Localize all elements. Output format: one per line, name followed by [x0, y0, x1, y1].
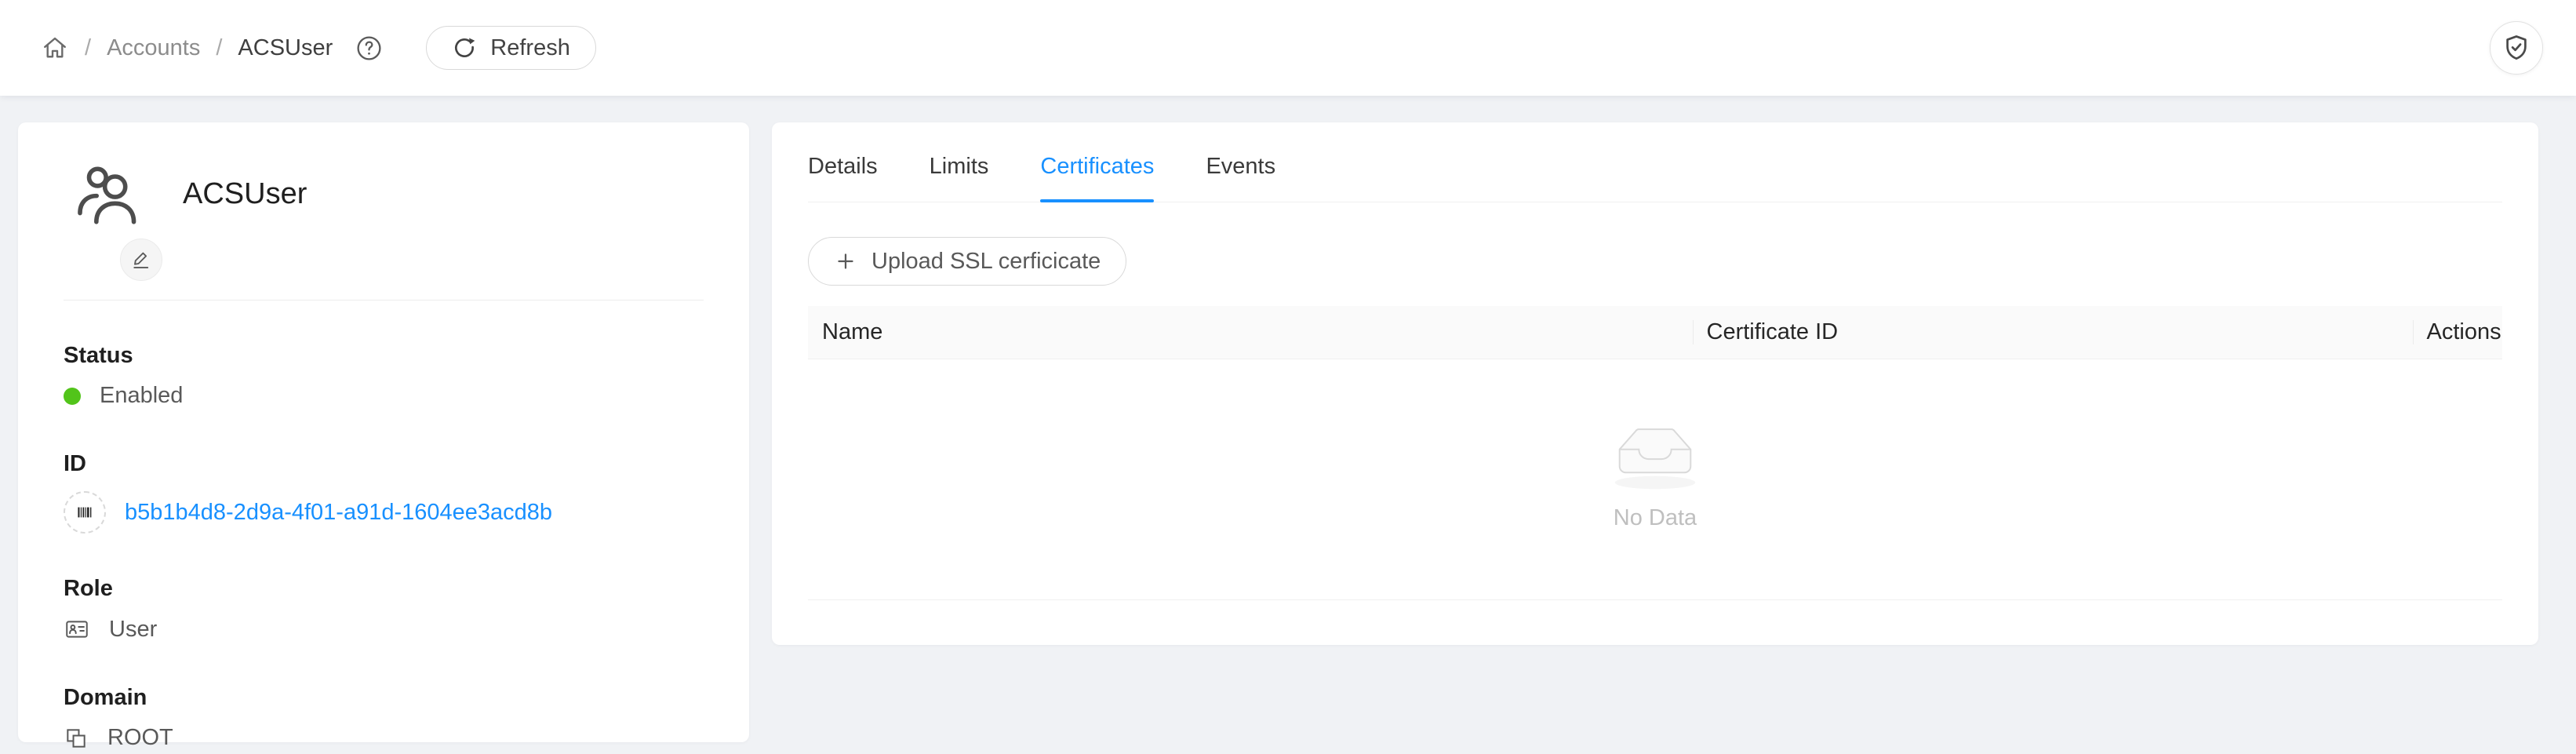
breadcrumb-item-accounts[interactable]: Accounts	[107, 35, 200, 61]
profile-divider	[64, 300, 704, 301]
tab-limits[interactable]: Limits	[930, 154, 989, 202]
idcard-icon	[64, 616, 90, 643]
tab-details[interactable]: Details	[808, 154, 878, 202]
edit-pencil-icon	[129, 248, 153, 271]
field-status-label: Status	[64, 343, 704, 369]
field-id: ID b5b1b4d8-2d9a-4f01-a91d-16	[64, 451, 704, 534]
app-root: / Accounts / ACSUser Refresh	[0, 0, 2576, 754]
field-status: Status Enabled	[64, 343, 704, 409]
edit-row	[64, 239, 704, 281]
home-icon[interactable]	[41, 34, 69, 62]
inbox-empty-icon	[1606, 428, 1705, 491]
account-detail-card: Details Limits Certificates Events Uploa…	[772, 122, 2538, 645]
domain-value: ROOT	[107, 725, 173, 751]
status-dot-icon	[64, 388, 81, 405]
account-id-link[interactable]: b5b1b4d8-2d9a-4f01-a91d-1604ee3acd8b	[125, 500, 552, 526]
field-role-label: Role	[64, 576, 704, 602]
detail-tabs: Details Limits Certificates Events	[808, 122, 2502, 202]
column-header-name: Name	[808, 306, 1693, 359]
block-icon	[64, 726, 89, 751]
reload-icon	[452, 35, 477, 60]
field-domain: Domain ROOT	[64, 685, 704, 751]
edit-account-button[interactable]	[120, 239, 162, 281]
refresh-label: Refresh	[490, 35, 570, 61]
tab-events[interactable]: Events	[1206, 154, 1275, 202]
certificates-table-header: Name Certificate ID Actions	[808, 306, 2502, 359]
field-status-value-row: Enabled	[64, 383, 704, 409]
breadcrumb-item-current: ACSUser	[238, 35, 333, 61]
role-value: User	[109, 617, 157, 643]
account-summary-card: ACSUser Status Enabled ID	[18, 122, 749, 742]
field-id-value-row: b5b1b4d8-2d9a-4f01-a91d-1604ee3acd8b	[64, 491, 704, 534]
barcode-badge	[64, 491, 106, 534]
breadcrumb-separator: /	[216, 35, 222, 61]
account-name-title: ACSUser	[183, 177, 307, 211]
status-value: Enabled	[100, 383, 183, 409]
help-icon[interactable]	[355, 34, 384, 63]
field-domain-value-row: ROOT	[64, 725, 704, 751]
column-header-certificate-id: Certificate ID	[1693, 306, 2413, 359]
breadcrumb-separator: /	[85, 35, 91, 61]
field-id-label: ID	[64, 451, 704, 477]
refresh-button[interactable]: Refresh	[426, 26, 596, 70]
upload-ssl-certificate-label: Upload SSL cerficicate	[871, 249, 1101, 275]
breadcrumb: / Accounts / ACSUser Refresh	[41, 26, 596, 70]
tab-certificates[interactable]: Certificates	[1040, 154, 1154, 202]
upload-ssl-certificate-button[interactable]: Upload SSL cerficicate	[808, 237, 1126, 286]
barcode-icon	[74, 501, 96, 523]
plus-icon	[834, 250, 857, 273]
top-header: / Accounts / ACSUser Refresh	[0, 0, 2576, 96]
shield-check-icon	[2501, 33, 2531, 63]
field-role: Role User	[64, 576, 704, 643]
team-icon	[71, 162, 144, 226]
security-profile-button[interactable]	[2490, 21, 2543, 75]
column-header-actions: Actions	[2413, 306, 2502, 359]
certificates-empty-state: No Data	[808, 359, 2502, 600]
field-domain-label: Domain	[64, 685, 704, 711]
no-data-label: No Data	[1614, 505, 1697, 531]
field-role-value-row: User	[64, 616, 704, 643]
profile-header: ACSUser	[64, 162, 704, 226]
